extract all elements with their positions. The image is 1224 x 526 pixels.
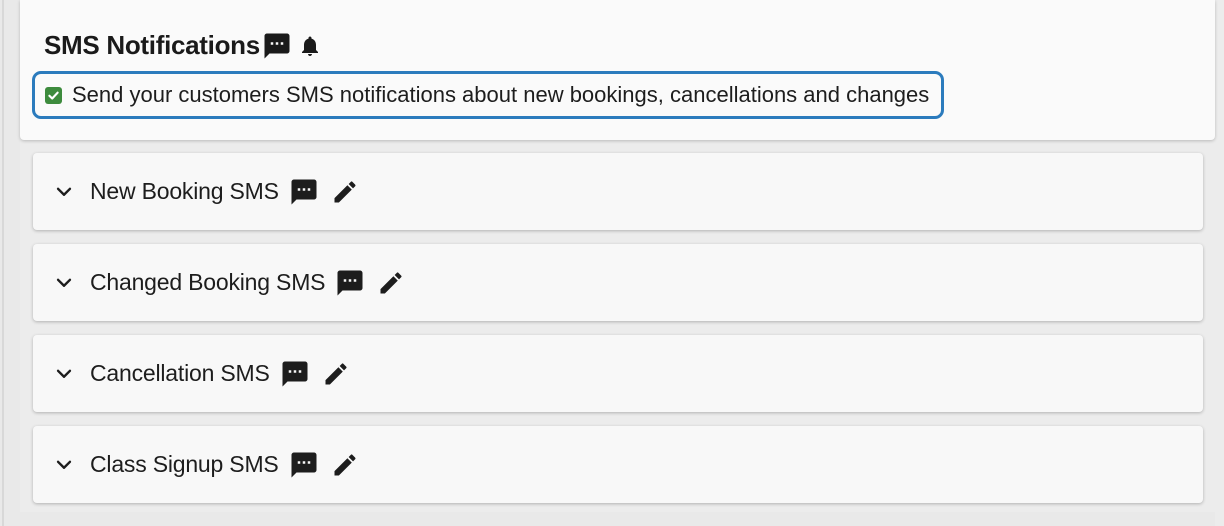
bottom-strip — [20, 512, 1215, 526]
sms-icon — [335, 268, 365, 298]
page-title: SMS Notifications — [44, 30, 322, 61]
chevron-down-icon[interactable] — [53, 363, 75, 385]
sms-notifications-label: Send your customers SMS notifications ab… — [72, 82, 930, 107]
section-class-signup-sms[interactable]: Class Signup SMS — [33, 426, 1203, 503]
chevron-down-icon[interactable] — [53, 272, 75, 294]
edit-icon[interactable] — [331, 178, 359, 206]
section-cancellation-sms[interactable]: Cancellation SMS — [33, 335, 1203, 412]
edit-icon[interactable] — [322, 360, 350, 388]
section-new-booking-sms[interactable]: New Booking SMS — [33, 153, 1203, 230]
sms-icon — [280, 359, 310, 389]
edit-icon[interactable] — [331, 451, 359, 479]
section-label: New Booking SMS — [90, 178, 279, 204]
sms-icon — [262, 31, 292, 61]
edit-icon[interactable] — [377, 269, 405, 297]
sms-notifications-toggle[interactable]: Send your customers SMS notifications ab… — [32, 71, 945, 119]
sms-icon — [289, 177, 319, 207]
left-rail-edge — [2, 0, 4, 526]
section-label: Cancellation SMS — [90, 360, 270, 386]
page-title-text: SMS Notifications — [44, 30, 260, 60]
section-label: Class Signup SMS — [90, 451, 279, 477]
section-changed-booking-sms[interactable]: Changed Booking SMS — [33, 244, 1203, 321]
sms-notifications-checkbox[interactable] — [45, 86, 62, 104]
sms-notifications-header: SMS Notifications Send your customers SM… — [20, 0, 1215, 140]
chevron-down-icon[interactable] — [53, 454, 75, 476]
bell-icon — [298, 33, 322, 59]
section-label: Changed Booking SMS — [90, 269, 326, 295]
sms-icon — [289, 450, 319, 480]
chevron-down-icon[interactable] — [53, 181, 75, 203]
left-rail — [0, 0, 20, 526]
